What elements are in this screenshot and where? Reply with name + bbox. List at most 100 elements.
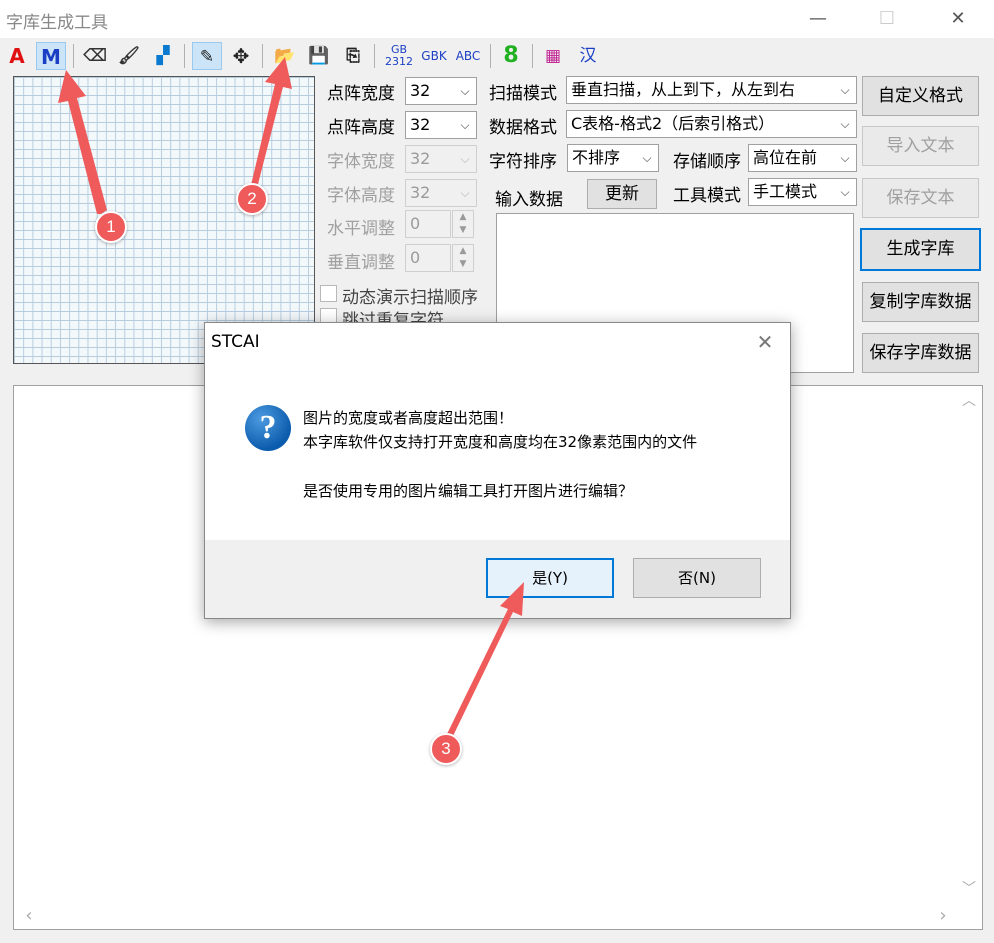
gb2312-icon[interactable]: GB 2312 [382,42,416,70]
toolbar-separator [490,44,491,68]
dynamic-scan-label: 动态演示扫描顺序 [342,288,478,308]
v-adjust-spinner: ▲ ▼ [452,244,474,272]
font-width-label: 字体宽度 [327,152,395,172]
scroll-up-icon[interactable]: ︿ [956,390,982,410]
copy-font-data-button[interactable]: 复制字库数据 [862,282,979,322]
dialog-message-line2: 本字库软件仅支持打开宽度和高度均在32像素范围内的文件 [303,433,698,451]
chevron-down-icon: ⌵ [840,185,850,199]
scroll-down-icon[interactable]: ﹀ [956,878,982,898]
dialog-title: STCAI [211,332,260,352]
save-font-data-button[interactable]: 保存字库数据 [862,333,979,373]
spin-up-icon: ▲ [459,246,467,256]
annotation-badge-2: 2 [236,183,268,215]
save-text-button: 保存文本 [862,178,979,218]
save-icon[interactable]: 💾 [304,42,334,70]
tool-mode-value: 手工模式 [753,182,818,201]
annotation-badge-1: 1 [95,211,127,243]
text-mode-icon[interactable]: A [2,42,32,70]
storage-order-value: 高位在前 [753,148,818,167]
chevron-down-icon: ⌵ [840,117,850,131]
font-width-select: 32 ⌵ [405,145,477,173]
toolbar: A M ⌫ 🖌 ▞ ✎ ✥ 📂 💾 ⎘ GB 2312 GBK ABC 8 ▦ … [0,38,994,72]
matrix-height-label: 点阵高度 [327,118,395,138]
matrix-height-value: 32 [410,115,431,134]
font-width-value: 32 [410,149,431,168]
fill-icon[interactable]: 🖌 [114,42,144,70]
eraser-icon[interactable]: ⌫ [80,42,110,70]
h-adjust-label: 水平调整 [327,219,395,239]
spin-up-icon: ▲ [459,212,467,222]
minimize-button[interactable]: — [795,0,841,38]
scroll-left-icon[interactable]: ‹ [16,905,42,926]
dynamic-scan-checkbox[interactable] [320,285,337,302]
generate-font-button[interactable]: 生成字库 [860,228,981,271]
gbk-icon[interactable]: GBK [418,42,450,70]
question-icon: ? [245,405,291,451]
toolbar-separator [374,44,375,68]
dialog-message-line3: 是否使用专用的图片编辑工具打开图片进行编辑？ [303,482,634,500]
matrix-mode-icon[interactable]: M [36,42,66,70]
open-folder-icon[interactable]: 📂 [270,42,300,70]
gb2312-bottom: 2312 [385,55,413,68]
tool-mode-select[interactable]: 手工模式 ⌵ [748,178,857,206]
import-text-button: 导入文本 [862,126,979,166]
data-format-select[interactable]: C表格-格式2（后索引格式） ⌵ [566,110,857,138]
pencil-icon[interactable]: ✎ [192,42,222,70]
matrix-width-value: 32 [410,81,431,100]
yes-button[interactable]: 是(Y) [486,558,614,598]
scan-mode-label: 扫描模式 [489,84,557,104]
tool-mode-label: 工具模式 [673,186,741,206]
custom-format-button[interactable]: 自定义格式 [862,76,979,116]
chevron-down-icon: ⌵ [642,151,652,165]
spin-down-icon: ▼ [459,259,467,269]
font-height-value: 32 [410,183,431,202]
dialog-close-icon[interactable]: ✕ [750,325,780,359]
move-icon[interactable]: ✥ [226,42,256,70]
scroll-right-icon[interactable]: › [930,905,956,926]
vertical-scrollbar[interactable]: ︿ ﹀ [956,386,982,902]
matrix-width-label: 点阵宽度 [327,84,395,104]
chevron-down-icon: ⌵ [460,186,470,200]
toolbar-separator [73,44,74,68]
maximize-button[interactable]: ☐ [864,0,910,38]
horizontal-scrollbar[interactable]: ‹ › [14,902,958,929]
dialog-message-line1: 图片的宽度或者高度超出范围！ [303,409,514,427]
close-button[interactable]: ✕ [935,0,981,38]
toolbar-separator [262,44,263,68]
message-dialog: STCAI ✕ ? 图片的宽度或者高度超出范围！ 本字库软件仅支持打开宽度和高度… [204,322,791,619]
font-height-select: 32 ⌵ [405,179,477,207]
chevron-down-icon: ⌵ [840,151,850,165]
toolbar-separator [184,44,185,68]
update-button[interactable]: 更新 [587,179,657,209]
scan-mode-value: 垂直扫描，从上到下，从左到右 [571,80,796,99]
save-all-icon[interactable]: ⎘ [338,42,368,70]
chevron-down-icon: ⌵ [460,118,470,132]
h-adjust-input: 0 [405,210,451,238]
digit-icon[interactable]: 8 [496,42,526,70]
scan-mode-select[interactable]: 垂直扫描，从上到下，从左到右 ⌵ [566,76,857,104]
v-adjust-label: 垂直调整 [327,253,395,273]
storage-order-select[interactable]: 高位在前 ⌵ [748,144,857,172]
char-sort-select[interactable]: 不排序 ⌵ [567,144,659,172]
window-title: 字库生成工具 [6,13,108,33]
color-icon[interactable]: ▞ [148,42,178,70]
data-format-label: 数据格式 [489,118,557,138]
spin-down-icon: ▼ [459,225,467,235]
matrix-width-select[interactable]: 32 ⌵ [405,77,477,105]
char-sort-label: 字符排序 [489,152,557,172]
abc-icon[interactable]: ABC [452,42,484,70]
palette-icon[interactable]: ▦ [538,42,568,70]
font-height-label: 字体高度 [327,186,395,206]
dot-matrix-canvas[interactable] [13,76,315,364]
title-bar: 字库生成工具 — ☐ ✕ [0,0,994,38]
toolbar-separator [532,44,533,68]
data-format-value: C表格-格式2（后索引格式） [571,114,775,133]
main-window: 字库生成工具 — ☐ ✕ A M ⌫ 🖌 ▞ ✎ ✥ 📂 💾 ⎘ GB 2312… [0,0,994,943]
no-button[interactable]: 否(N) [633,558,761,598]
hanzi-icon[interactable]: 汉 [573,42,603,70]
matrix-height-select[interactable]: 32 ⌵ [405,111,477,139]
h-adjust-spinner: ▲ ▼ [452,210,474,238]
v-adjust-input: 0 [405,244,451,272]
annotation-badge-3: 3 [430,733,462,765]
storage-order-label: 存储顺序 [673,152,741,172]
